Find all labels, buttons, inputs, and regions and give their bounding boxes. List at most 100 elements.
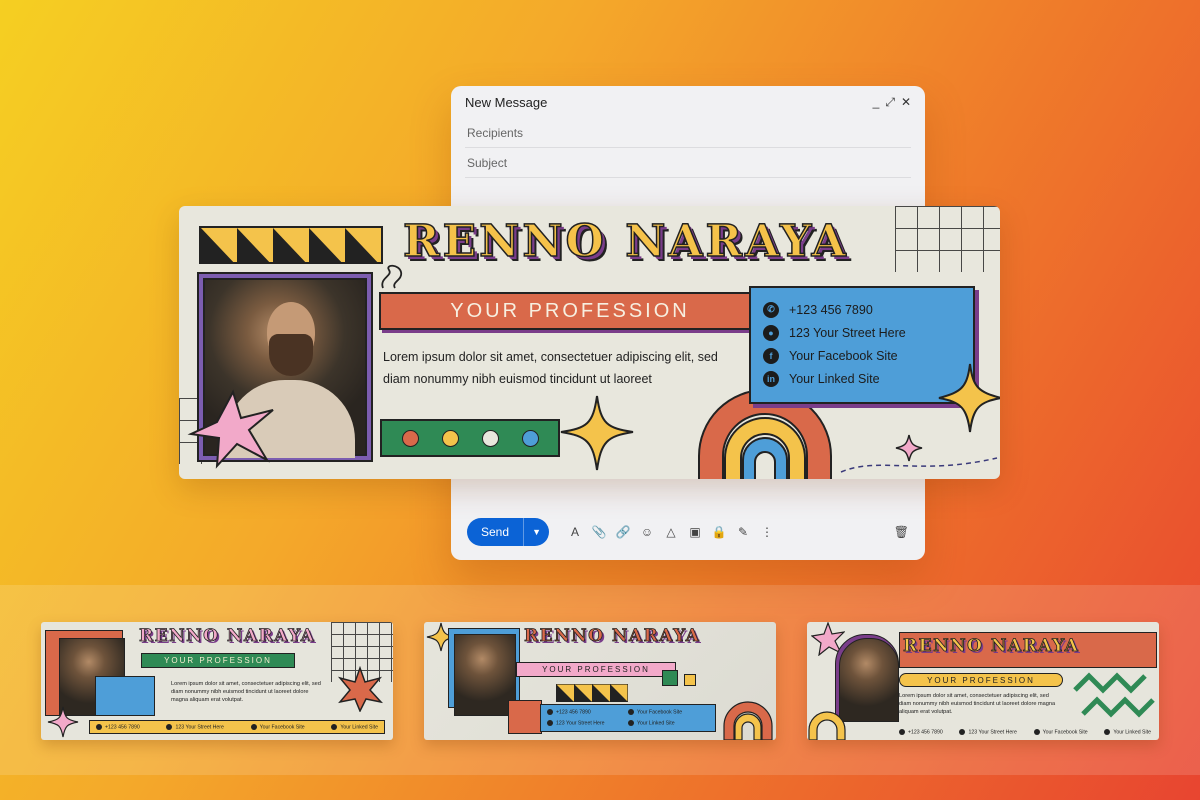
variant-contact-bar: +123 456 7890 123 Your Street Here Your … (89, 720, 385, 734)
more-options-icon[interactable]: ⋮ (759, 525, 775, 539)
dot-blue (521, 429, 539, 447)
send-options-icon[interactable]: ▼ (523, 518, 549, 546)
location-pin-icon: 123 Your Street Here (547, 720, 628, 727)
variant-linkedin[interactable]: Your Linked Site (340, 724, 378, 730)
facebook-link[interactable]: Your Facebook Site (789, 349, 898, 363)
pink-star-icon (187, 389, 274, 469)
close-icon[interactable]: ✕ (901, 95, 911, 110)
linkedin-icon: Your Linked Site (1104, 728, 1151, 735)
green-square (662, 670, 678, 686)
variant-contact-card: +123 456 7890 Your Facebook Site 123 You… (540, 704, 716, 732)
attach-icon[interactable]: 📎 (591, 525, 607, 539)
dot-orange (401, 429, 419, 447)
orange-block (508, 700, 542, 734)
contact-address: ● 123 Your Street Here (763, 321, 973, 344)
orange-star-icon (337, 666, 383, 712)
confidential-icon[interactable]: 🔒 (711, 525, 727, 539)
yellow-sparkle-icon (560, 395, 634, 471)
location-pin-icon: 123 Your Street Here (959, 728, 1017, 736)
compose-header: New Message _ ⤢ ✕ (451, 86, 925, 118)
pink-sparkle-icon (47, 706, 79, 738)
signature-name: RENNO NARAYA (402, 215, 849, 268)
compose-toolbar: Send ▼ A 📎 🔗 ☺ △ ▣ 🔒 ✎ ⋮ 🗑 (467, 518, 909, 546)
subject-field[interactable]: Subject (465, 148, 911, 178)
triangle-stripe-shapes (201, 228, 378, 262)
variant-facebook[interactable]: Your Facebook Site (1043, 729, 1088, 735)
image-icon[interactable]: ▣ (687, 525, 703, 539)
send-button-group: Send ▼ (467, 518, 550, 546)
format-tools: A 📎 🔗 ☺ △ ▣ 🔒 ✎ ⋮ (567, 525, 775, 539)
whatsapp-icon: +123 456 7890 (547, 709, 628, 716)
variant-description: Lorem ipsum dolor sit amet, consectetuer… (899, 693, 1056, 715)
variant-phone[interactable]: +123 456 7890 (556, 710, 591, 716)
profile-photo (454, 634, 516, 716)
formatting-icon[interactable]: A (567, 525, 583, 539)
rainbow-arch (808, 711, 846, 740)
profession-banner: YOUR PROFESSION (379, 292, 761, 330)
blue-block (95, 676, 155, 716)
dot-yellow (441, 429, 459, 447)
variant-address: 123 Your Street Here (968, 729, 1017, 736)
emoji-icon[interactable]: ☺ (639, 525, 655, 539)
variant-description: Lorem ipsum dolor sit amet, consectetuer… (171, 681, 321, 703)
variant-phone[interactable]: +123 456 7890 (105, 724, 140, 730)
linkedin-link[interactable]: Your Linked Site (789, 372, 880, 386)
signature-variant-1: RENNO NARAYA YOUR PROFESSION Lorem ipsum… (41, 622, 393, 740)
send-button[interactable]: Send (467, 525, 523, 539)
linkedin-icon: in (763, 370, 779, 387)
minimize-icon[interactable]: _ (873, 95, 880, 110)
variant-linkedin[interactable]: Your Linked Site (1113, 729, 1151, 735)
signature-icon[interactable]: ✎ (735, 525, 751, 539)
address-text: 123 Your Street Here (789, 325, 906, 340)
variant-phone[interactable]: +123 456 7890 (908, 729, 943, 735)
variant-address: 123 Your Street Here (175, 724, 224, 731)
dashed-path-decoration (840, 457, 998, 473)
expand-icon[interactable]: ⤢ (885, 95, 895, 110)
variant-address: 123 Your Street Here (556, 720, 605, 727)
facebook-icon: Your Facebook Site (250, 723, 305, 730)
variant-profession: YOUR PROFESSION (899, 673, 1063, 687)
facebook-icon: Your Facebook Site (628, 709, 709, 716)
email-signature: RENNO NARAYA YOUR PROFESSION Lorem ipsum… (179, 206, 1000, 479)
zigzag-decoration (1073, 672, 1155, 718)
recipients-field[interactable]: Recipients (465, 118, 911, 148)
linkedin-icon: Your Linked Site (628, 720, 709, 727)
variant-facebook[interactable]: Your Facebook Site (260, 724, 305, 730)
whatsapp-icon: +123 456 7890 (96, 723, 140, 730)
variant-profession: YOUR PROFESSION (141, 653, 295, 668)
linkedin-icon: Your Linked Site (331, 723, 378, 730)
contact-phone: ✆ +123 456 7890 (763, 298, 973, 321)
triangle-stripe (556, 684, 628, 702)
variant-name: RENNO NARAYA (903, 636, 1080, 657)
signature-variant-3: RENNO NARAYA YOUR PROFESSION Lorem ipsum… (807, 622, 1159, 740)
location-pin-icon: ● (763, 324, 779, 341)
photo-beard (269, 334, 313, 376)
variant-contact-bar: +123 456 7890 123 Your Street Here Your … (893, 726, 1157, 738)
variant-profession: YOUR PROFESSION (516, 662, 676, 677)
trash-icon[interactable]: 🗑 (894, 525, 909, 539)
variant-name: RENNO NARAYA (139, 626, 316, 647)
signature-variant-2: RENNO NARAYA YOUR PROFESSION +123 456 78… (424, 622, 776, 740)
location-pin-icon: 123 Your Street Here (166, 723, 224, 731)
grid-decoration (895, 206, 1000, 272)
yellow-square (684, 674, 696, 686)
profile-photo (839, 638, 899, 722)
compose-title: New Message (465, 94, 548, 110)
variant-facebook[interactable]: Your Facebook Site (637, 710, 682, 716)
phone-text[interactable]: +123 456 7890 (789, 303, 873, 317)
drive-icon[interactable]: △ (663, 525, 679, 539)
whatsapp-icon: +123 456 7890 (899, 728, 943, 735)
variant-name: RENNO NARAYA (524, 626, 701, 647)
squiggle-icon (381, 264, 403, 289)
whatsapp-icon: ✆ (763, 301, 779, 318)
yellow-sparkle-small-icon (938, 363, 1000, 433)
color-dots-bar (380, 419, 560, 457)
triangle-stripe (199, 226, 383, 264)
variant-linkedin[interactable]: Your Linked Site (637, 721, 675, 727)
window-controls: _ ⤢ ✕ (873, 95, 911, 110)
facebook-icon: f (763, 347, 779, 364)
dot-cream (481, 429, 499, 447)
rainbow-arch (723, 701, 773, 740)
facebook-icon: Your Facebook Site (1033, 728, 1088, 735)
link-icon[interactable]: 🔗 (615, 525, 631, 539)
